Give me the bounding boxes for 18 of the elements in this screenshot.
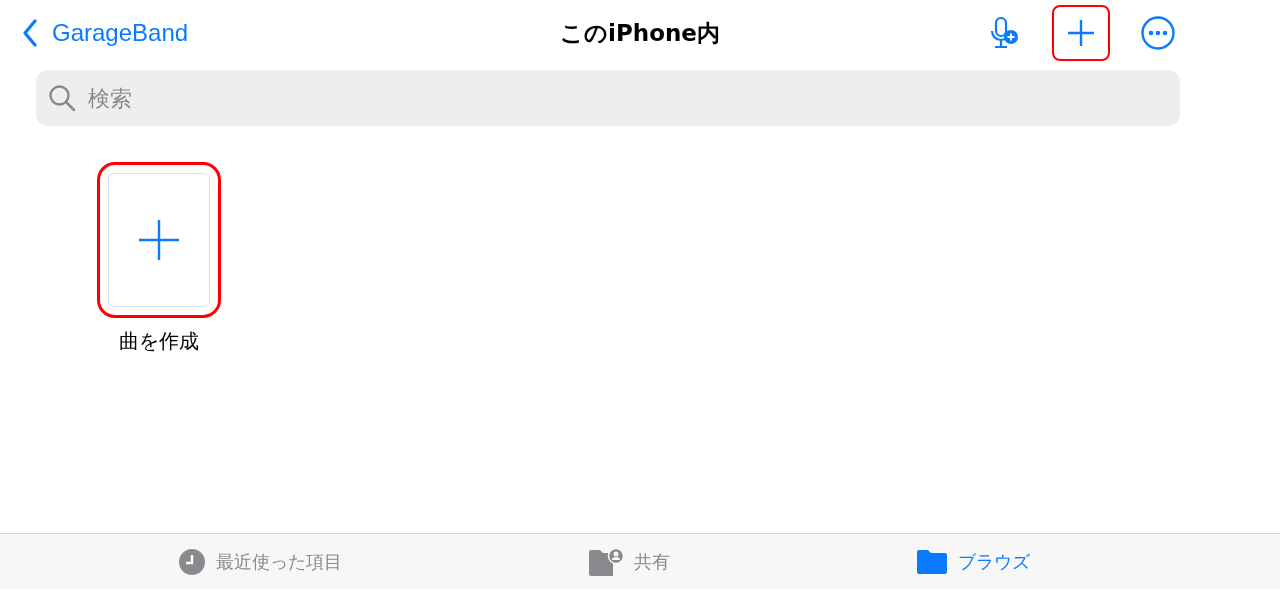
- search-field[interactable]: 検索: [36, 70, 1180, 126]
- tab[interactable]: ブラウズ: [916, 548, 1030, 575]
- back-link[interactable]: GarageBand: [22, 19, 189, 47]
- create-song-tile[interactable]: [97, 162, 221, 318]
- tab[interactable]: 最近使った項目: [178, 547, 342, 576]
- search-input[interactable]: 検索: [86, 84, 1168, 112]
- tile-label: 曲を作成: [119, 328, 199, 355]
- shared-folder-icon: [588, 547, 624, 576]
- clock-icon: [178, 547, 206, 576]
- search-icon: [48, 84, 76, 112]
- add-button[interactable]: [1052, 5, 1110, 61]
- window-title: このiPhone内: [560, 18, 720, 48]
- plus-icon: [1066, 18, 1096, 48]
- more-button[interactable]: [1138, 13, 1178, 53]
- chevron-left-icon: [22, 19, 38, 47]
- tab[interactable]: 共有: [588, 547, 670, 576]
- plus-icon: [138, 219, 180, 261]
- folder-icon: [916, 548, 948, 575]
